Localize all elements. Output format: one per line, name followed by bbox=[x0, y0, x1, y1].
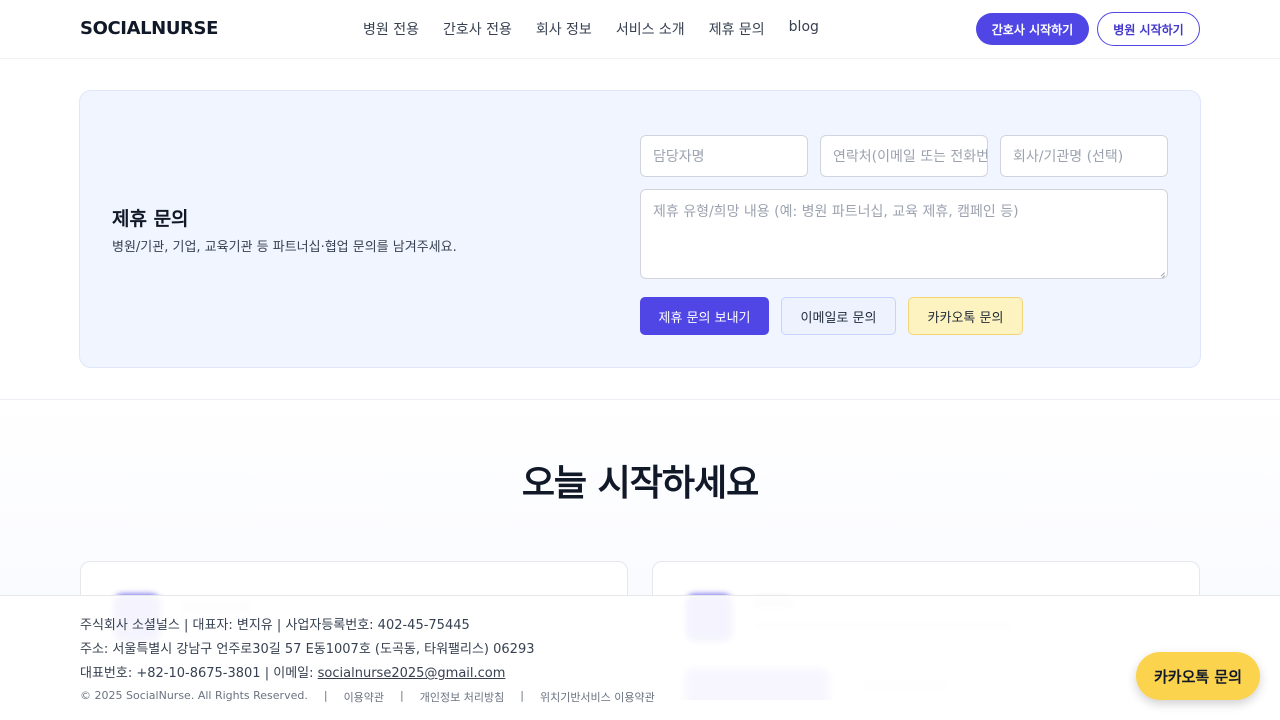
footer-separator: | bbox=[183, 618, 189, 633]
message-placeholder: 제휴 유형/희망 내용 (예: 병원 파트너십, 교육 제휴, 캠페인 등) bbox=[653, 204, 1019, 220]
nav-partnership[interactable]: 제휴 문의 bbox=[709, 19, 765, 39]
terms-link[interactable]: 이용약관 bbox=[344, 689, 384, 705]
privacy-link[interactable]: 개인정보 처리방침 bbox=[420, 689, 504, 705]
start-title: 오늘 시작하세요 bbox=[521, 463, 759, 504]
contact-info-input[interactable]: 연락처(이메일 또는 전화번호) bbox=[820, 135, 988, 177]
nav-service[interactable]: 서비스 소개 bbox=[616, 19, 685, 39]
nav-hospital[interactable]: 병원 전용 bbox=[363, 19, 419, 39]
nav-blog[interactable]: blog bbox=[789, 19, 819, 39]
hospital-start-button[interactable]: 병원 시작하기 bbox=[1097, 12, 1200, 46]
message-textarea[interactable]: 제휴 유형/희망 내용 (예: 병원 파트너십, 교육 제휴, 캠페인 등) bbox=[640, 189, 1168, 279]
email-inquiry-button[interactable]: 이메일로 문의 bbox=[781, 297, 896, 335]
footer-separator: | bbox=[400, 689, 404, 702]
footer-separator: | bbox=[323, 689, 328, 702]
footer-separator: | bbox=[264, 666, 270, 681]
footer-company-info: 주식회사 소셜널스 | 대표자: 변지유 | 사업자등록번호: 402-45-7… bbox=[80, 614, 470, 633]
footer-address: 주소: 서울특별시 강남구 언주로30길 57 E동1007호 (도곡동, 타워… bbox=[80, 642, 535, 657]
footer-bottom: © 2025 SocialNurse. All Rights Reserved.… bbox=[80, 689, 655, 705]
footer-contact: 대표번호: +82-10-8675-3801 | 이메일: socialnurs… bbox=[80, 662, 505, 681]
location-terms-link[interactable]: 위치기반서비스 이용약관 bbox=[540, 689, 655, 705]
send-inquiry-button[interactable]: 제휴 문의 보내기 bbox=[640, 297, 769, 335]
partnership-title: 제휴 문의 bbox=[112, 208, 189, 230]
nav-nurse[interactable]: 간호사 전용 bbox=[443, 19, 512, 39]
footer-company: 주식회사 소셜널스 bbox=[80, 618, 180, 633]
company-name-input[interactable]: 회사/기관명 (선택) bbox=[1000, 135, 1168, 177]
footer-phone: 대표번호: +82-10-8675-3801 bbox=[80, 666, 261, 681]
contact-name-input[interactable]: 담당자명 bbox=[640, 135, 808, 177]
logo[interactable]: SOCIALNURSE bbox=[80, 18, 218, 39]
nurse-start-button[interactable]: 간호사 시작하기 bbox=[976, 13, 1089, 45]
resize-handle-icon[interactable] bbox=[1157, 268, 1165, 276]
site-header: SOCIALNURSE 병원 전용 간호사 전용 회사 정보 서비스 소개 제휴… bbox=[0, 0, 1280, 59]
footer-email-label: 이메일: bbox=[273, 666, 314, 681]
partnership-description: 병원/기관, 기업, 교육기관 등 파트너십·협업 문의를 남겨주세요. bbox=[112, 240, 457, 255]
site-footer: 주식회사 소셜널스 | 대표자: 변지유 | 사업자등록번호: 402-45-7… bbox=[0, 595, 1280, 720]
footer-ceo: 대표자: 변지유 bbox=[192, 618, 273, 633]
footer-separator: | bbox=[276, 618, 282, 633]
main-nav: 병원 전용 간호사 전용 회사 정보 서비스 소개 제휴 문의 blog bbox=[363, 19, 819, 39]
partnership-card: 제휴 문의 병원/기관, 기업, 교육기관 등 파트너십·협업 문의를 남겨주세… bbox=[79, 90, 1201, 368]
footer-biz-no: 사업자등록번호: 402-45-75445 bbox=[285, 618, 470, 633]
nav-company[interactable]: 회사 정보 bbox=[536, 19, 592, 39]
kakao-inquiry-button[interactable]: 카카오톡 문의 bbox=[908, 297, 1023, 335]
copyright: © 2025 SocialNurse. All Rights Reserved. bbox=[80, 689, 308, 702]
floating-kakao-button[interactable]: 카카오톡 문의 bbox=[1136, 652, 1260, 700]
footer-separator: | bbox=[520, 689, 524, 702]
footer-email-link[interactable]: socialnurse2025@gmail.com bbox=[318, 666, 506, 681]
